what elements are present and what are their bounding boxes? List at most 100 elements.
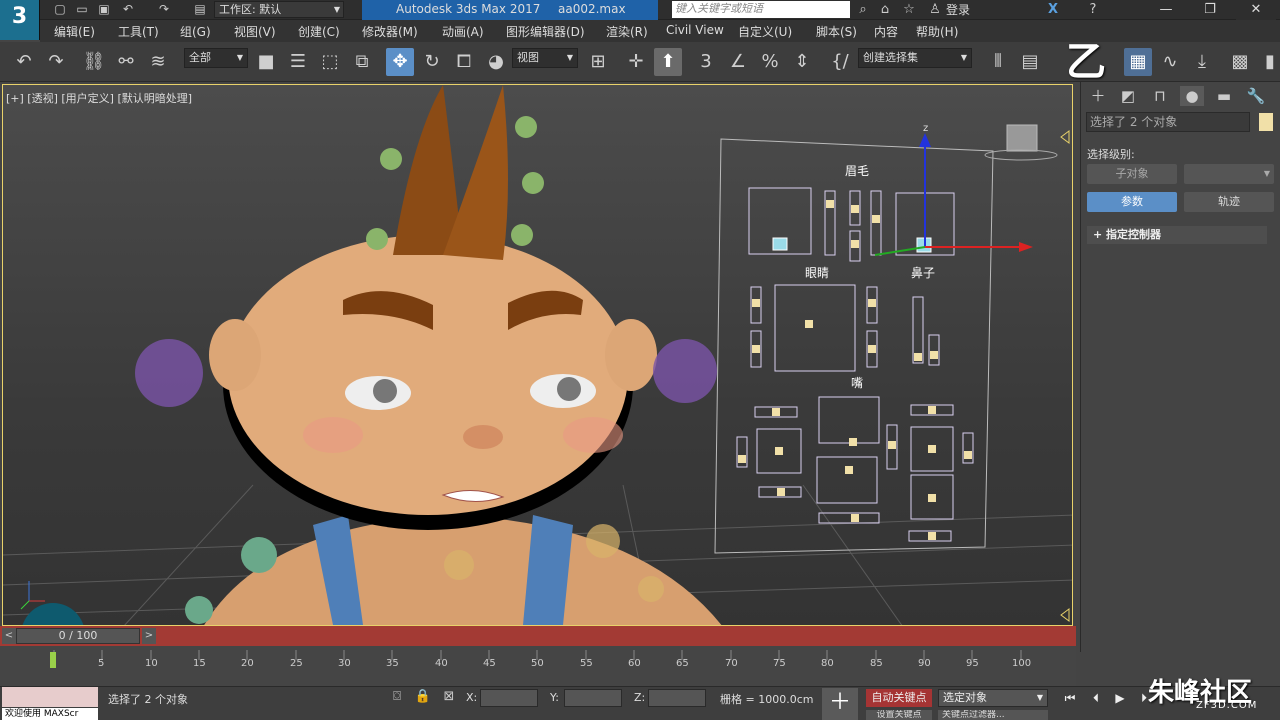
maxscript-welcome[interactable]: 欢迎使用 MAXScr <box>2 708 98 720</box>
bind-spacewarp-icon[interactable]: ≋ <box>144 48 172 76</box>
unlink-icon[interactable]: ⚯ <box>112 48 140 76</box>
absolute-mode-icon[interactable]: ⊠ <box>440 688 458 706</box>
assign-controller-rollout[interactable]: + 指定控制器 <box>1087 226 1267 244</box>
y-coordinate-input[interactable] <box>564 689 622 707</box>
menu-civil-view[interactable]: Civil View <box>666 23 724 37</box>
workspace-dropdown[interactable]: 工作区: 默认 ▼ <box>214 1 344 18</box>
menu-animation[interactable]: 动画(A) <box>442 23 484 40</box>
gizmo-x-arrow[interactable] <box>1019 242 1033 252</box>
material-editor-icon[interactable]: ▩ <box>1226 48 1254 76</box>
key-filters-button[interactable]: 关键点过滤器... <box>938 710 1048 720</box>
scene-explorer-icon[interactable]: ▦ <box>1124 48 1152 76</box>
set-key-button[interactable]: 设置关键点 <box>866 710 932 720</box>
menu-rendering[interactable]: 渲染(R) <box>606 23 648 40</box>
object-color-swatch[interactable] <box>1259 113 1273 131</box>
perspective-viewport[interactable]: 眉毛 眼睛 鼻子 嘴 z <box>2 84 1073 626</box>
viewport-scroll-down[interactable] <box>1060 608 1070 622</box>
star-icon[interactable]: ☆ <box>900 1 918 19</box>
percent-snap-icon[interactable]: % <box>756 48 784 76</box>
next-frame-icon[interactable]: > <box>142 628 156 644</box>
link-icon[interactable]: ⛓ <box>80 48 108 76</box>
time-slider-track[interactable] <box>0 626 1076 646</box>
x-coordinate-input[interactable] <box>480 689 538 707</box>
utilities-tab-icon[interactable]: 🔧 <box>1244 86 1268 106</box>
named-selection-dropdown[interactable]: 创建选择集 ▼ <box>858 48 972 68</box>
auto-key-button[interactable]: 自动关键点 <box>866 689 932 707</box>
curve-editor-icon[interactable]: ∿ <box>1156 48 1184 76</box>
search-input[interactable]: 键入关键字或短语 <box>672 1 850 18</box>
close-button[interactable]: ✕ <box>1236 0 1276 20</box>
modify-tab-icon[interactable]: ◩ <box>1116 86 1140 106</box>
menu-edit[interactable]: 编辑(E) <box>54 23 95 40</box>
key-target-dropdown[interactable]: 选定对象 ▼ <box>938 689 1048 707</box>
align-icon[interactable]: ▤ <box>1016 48 1044 76</box>
menu-content[interactable]: 内容 <box>874 23 898 40</box>
prev-frame-icon[interactable]: < <box>2 628 16 644</box>
undo-icon[interactable]: ↶ <box>10 48 38 76</box>
menu-customize[interactable]: 自定义(U) <box>738 23 792 40</box>
add-time-tag-icon[interactable]: ＋ <box>822 688 858 720</box>
login-button[interactable]: 登录 <box>946 1 970 19</box>
keyboard-shortcut-icon[interactable]: ⬆ <box>654 48 682 76</box>
hierarchy-tab-icon[interactable]: ⊓ <box>1148 86 1172 106</box>
hair-controller[interactable] <box>515 116 537 138</box>
isolate-selection-icon[interactable]: ⌼ <box>388 688 406 706</box>
menu-create[interactable]: 创建(C) <box>298 23 340 40</box>
body-controller[interactable] <box>638 576 664 602</box>
body-controller[interactable] <box>185 596 213 624</box>
select-place-icon[interactable]: ◕ <box>482 48 510 76</box>
viewport-scroll-up[interactable] <box>1060 130 1070 144</box>
exchange-icon[interactable]: X <box>1044 1 1062 19</box>
display-tab-icon[interactable]: ▬ <box>1212 86 1236 106</box>
menu-scripting[interactable]: 脚本(S) <box>816 23 857 40</box>
ear-controller-right[interactable] <box>653 339 717 403</box>
menu-modifiers[interactable]: 修改器(M) <box>362 23 418 40</box>
body-controller[interactable] <box>241 537 277 573</box>
lock-icon[interactable]: 🔒 <box>414 688 432 706</box>
viewcube[interactable] <box>1006 124 1038 152</box>
sub-object-button[interactable]: 子对象 <box>1087 164 1177 184</box>
body-controller[interactable] <box>586 524 620 558</box>
prev-key-icon[interactable]: ⏴ <box>1086 689 1106 707</box>
edit-named-sel-icon[interactable]: {/ <box>826 48 854 76</box>
angle-snap-icon[interactable]: ∠ <box>724 48 752 76</box>
maximize-button[interactable]: ❐ <box>1190 0 1230 20</box>
app-logo-button[interactable]: 3MAX <box>0 0 40 49</box>
user-icon[interactable]: ♙ <box>926 1 944 19</box>
z-coordinate-input[interactable] <box>648 689 706 707</box>
hair-controller[interactable] <box>380 148 402 170</box>
schematic-view-icon[interactable]: ⤓ <box>1188 48 1216 76</box>
parameters-button[interactable]: 参数 <box>1087 192 1177 212</box>
viewport-label[interactable]: [+] [透视] [用户定义] [默认明暗处理] <box>6 90 192 106</box>
pivot-center-icon[interactable]: ⊞ <box>584 48 612 76</box>
selection-name-input[interactable]: 选择了 2 个对象 <box>1086 112 1250 132</box>
rect-selection-icon[interactable]: ⬚ <box>316 48 344 76</box>
mirror-icon[interactable]: ⫴ <box>984 48 1012 76</box>
maxscript-listener[interactable] <box>2 687 98 707</box>
sub-object-dropdown[interactable]: ▼ <box>1184 164 1274 184</box>
subscription-icon[interactable]: ⌂ <box>876 1 894 19</box>
menu-group[interactable]: 组(G) <box>180 23 211 40</box>
select-rotate-icon[interactable]: ↻ <box>418 48 446 76</box>
select-scale-icon[interactable]: ⧠ <box>450 48 478 76</box>
ear-controller-left[interactable] <box>135 339 203 407</box>
help-icon[interactable]: ? <box>1084 1 1102 19</box>
trajectories-button[interactable]: 轨迹 <box>1184 192 1274 212</box>
select-object-icon[interactable]: ■ <box>252 48 280 76</box>
play-icon[interactable]: ▶ <box>1110 689 1130 707</box>
body-controller[interactable] <box>444 550 474 580</box>
gizmo-z-arrow[interactable] <box>919 133 931 147</box>
new-file-icon[interactable]: ▢ <box>52 2 68 17</box>
minimize-button[interactable]: — <box>1146 0 1186 20</box>
save-icon[interactable]: ▣ <box>96 2 112 17</box>
go-to-start-icon[interactable]: ⏮ <box>1060 689 1080 707</box>
create-tab-icon[interactable]: ＋ <box>1086 86 1110 106</box>
select-move-icon[interactable]: ✥ <box>386 48 414 76</box>
render-setup-icon[interactable]: ▮ <box>1256 48 1280 76</box>
project-folder-icon[interactable]: ▤ <box>192 2 208 17</box>
hair-controller[interactable] <box>511 224 533 246</box>
menu-graph-editors[interactable]: 图形编辑器(D) <box>506 23 585 40</box>
motion-tab-icon[interactable]: ● <box>1180 86 1204 106</box>
reference-coord-dropdown[interactable]: 视图 ▼ <box>512 48 578 68</box>
binoculars-icon[interactable]: ⌕ <box>854 1 872 19</box>
